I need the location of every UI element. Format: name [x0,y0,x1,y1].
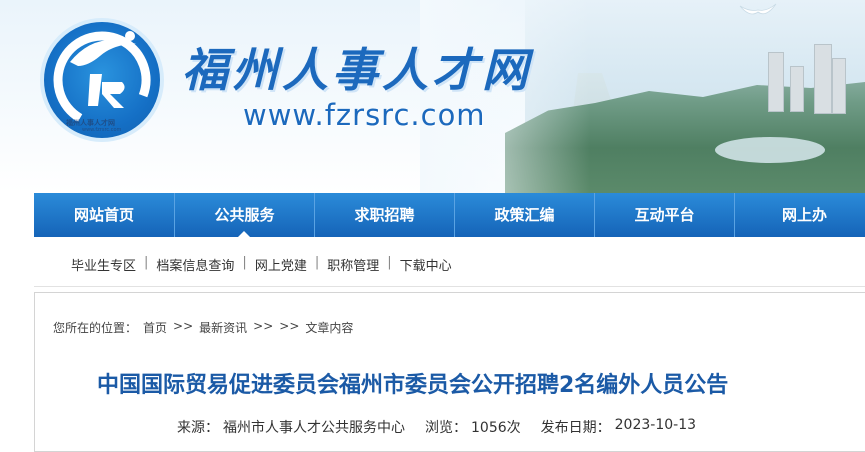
subnav-item-title-management[interactable]: 职称管理 [320,255,386,274]
breadcrumb-current: 文章内容 [305,321,354,335]
date-label: 发布日期： [540,420,611,436]
nav-item-interaction[interactable]: 互动平台 [594,193,734,237]
tower-building [814,44,832,114]
tower-building [768,52,784,112]
date-value: 2023-10-13 [614,417,697,433]
breadcrumb: 您所在的位置： 首页 >> 最新资讯 >> >> 文章内容 [53,319,353,336]
breadcrumb-home-link[interactable]: 首页 [143,319,167,336]
nav-item-jobs[interactable]: 求职招聘 [313,193,454,237]
nav-item-public-services[interactable]: 公共服务 [173,193,314,237]
article-panel: 您所在的位置： 首页 >> 最新资讯 >> >> 文章内容 中国国际贸易促进委员… [34,292,865,452]
subnav-item-downloads[interactable]: 下载中心 [393,255,459,274]
lake-graphic [715,137,825,163]
breadcrumb-prefix: 您所在的位置： [53,321,138,335]
header-banner: 福州人事人才网 www.fzrsrc.com 福州人事人才网 www.fzrsr… [0,0,865,193]
site-url: www.fzrsrc.com [243,98,486,132]
article-title: 中国国际贸易促进委员会福州市委员会公开招聘2名编外人员公告 [97,373,729,398]
breadcrumb-separator: >> [279,319,300,333]
tower-building [832,58,846,114]
main-nav: 网站首页 公共服务 求职招聘 政策汇编 互动平台 网上办 [34,193,865,237]
views-value: 1056次 [471,420,521,436]
article-meta: 来源： 福州市人事人才公共服务中心 浏览： 1056次 发布日期： 2023-1… [177,417,696,437]
breadcrumb-separator: >> [253,319,274,333]
nav-item-policies[interactable]: 政策汇编 [453,193,594,237]
source-label: 来源： [177,420,219,436]
sub-nav: 毕业生专区 | 档案信息查询 | 网上党建 | 职称管理 | 下载中心 [34,238,865,287]
logo-url: www.fzrsrc.com [82,127,122,133]
breadcrumb-separator: >> [173,319,194,333]
nav-item-online-service[interactable]: 网上办 [734,193,865,237]
bird-icon [739,3,777,15]
tower-building [790,66,804,112]
subnav-item-archive-query[interactable]: 档案信息查询 [149,255,241,274]
source-value: 福州市人事人才公共服务中心 [223,420,405,436]
nav-item-home[interactable]: 网站首页 [34,193,174,237]
views-label: 浏览： [425,420,467,436]
subnav-item-graduates[interactable]: 毕业生专区 [64,255,143,274]
subnav-item-party-building[interactable]: 网上党建 [248,255,314,274]
breadcrumb-news-link[interactable]: 最新资讯 [199,319,247,336]
site-title: 福州人事人才网 [182,43,532,97]
